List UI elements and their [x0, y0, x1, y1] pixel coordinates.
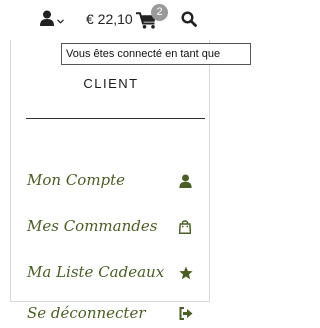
menu-item-label: Mes Commandes	[27, 217, 158, 235]
menu-item-label: Mon Compte	[27, 171, 126, 189]
login-status-tooltip: Vous êtes connecté en tant que	[61, 43, 251, 65]
star-icon	[179, 266, 193, 280]
cart-total[interactable]: € 22,10	[86, 11, 133, 27]
menu-item-mon-compte[interactable]: Mon Compte	[11, 169, 211, 195]
search-icon[interactable]	[181, 11, 197, 27]
chevron-down-icon	[57, 19, 64, 24]
shopping-bag-icon	[179, 220, 191, 234]
menu-divider	[26, 118, 205, 119]
menu-title: CLIENT	[83, 76, 139, 91]
user-menu-button[interactable]	[40, 10, 64, 30]
account-dropdown-menu: CLIENT Mon Compte Mes Commandes Ma Liste…	[10, 40, 211, 322]
menu-item-label: Ma Liste Cadeaux	[27, 263, 165, 281]
header-bar: € 22,10 2	[0, 0, 240, 40]
cart-button[interactable]: 2	[136, 4, 170, 32]
sign-out-icon	[179, 307, 193, 320]
cart-count-badge: 2	[151, 4, 168, 21]
menu-item-label: Se déconnecter	[27, 304, 146, 322]
user-icon	[179, 174, 192, 188]
user-icon	[40, 10, 54, 26]
menu-item-se-deconnecter[interactable]: Se déconnecter	[11, 302, 211, 328]
menu-item-mes-commandes[interactable]: Mes Commandes	[11, 215, 211, 241]
menu-item-ma-liste-cadeaux[interactable]: Ma Liste Cadeaux	[11, 261, 211, 287]
